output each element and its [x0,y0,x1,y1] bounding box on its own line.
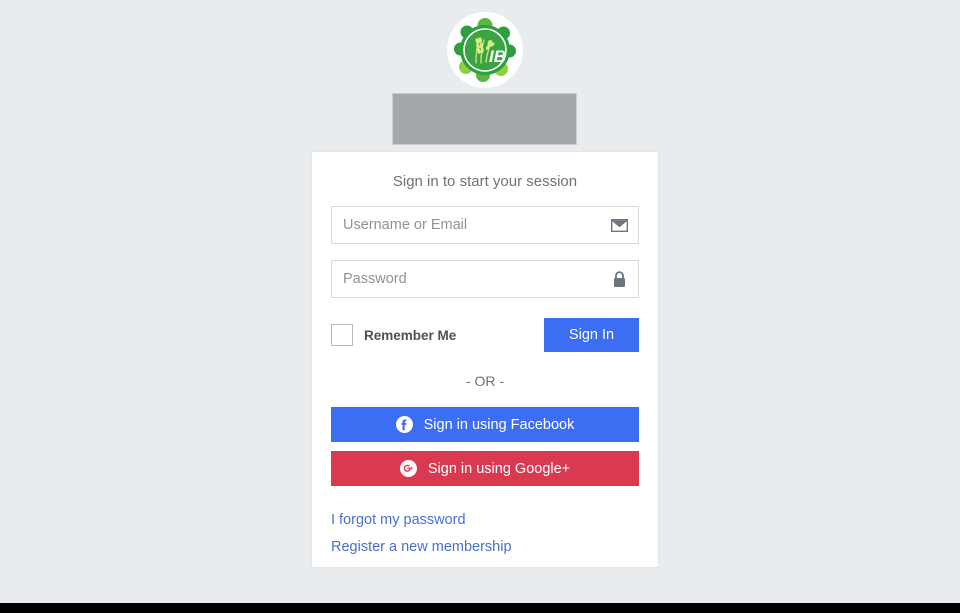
google-signin-button[interactable]: Sign in using Google+ [331,451,639,486]
broken-image-placeholder [392,93,577,145]
facebook-signin-button[interactable]: Sign in using Facebook [331,407,639,442]
svg-text:IB: IB [489,47,506,66]
or-divider: - OR - [465,373,505,389]
remember-me-checkbox[interactable] [331,324,353,346]
sign-in-button[interactable]: Sign In [544,318,639,352]
login-message: Sign in to start your session [392,173,578,190]
footer-links: I forgot my password Register a new memb… [312,507,658,561]
facebook-icon [395,416,413,433]
forgot-password-link[interactable]: I forgot my password [331,507,639,534]
username-input[interactable] [331,206,639,244]
password-input[interactable] [331,260,639,298]
remember-and-submit-row: Remember Me Sign In [331,318,639,352]
login-card: Sign in to start your session Username o… [311,151,659,568]
viewport-bottom-bar [0,603,960,613]
google-signin-label: Sign in using Google+ [427,460,571,477]
password-field-group [331,260,639,298]
ib-gear-wheat-logo: IB [454,18,516,82]
facebook-signin-label: Sign in using Facebook [423,416,575,433]
site-logo: IB [447,12,523,88]
register-link[interactable]: Register a new membership [331,534,639,561]
username-field-group [331,206,639,244]
login-page: IB Sign in to start your session Usernam… [0,0,960,603]
google-plus-icon [399,460,417,477]
remember-me-label: Remember Me [364,327,457,343]
remember-me-group[interactable]: Remember Me [331,324,456,346]
login-form: Remember Me Sign In - OR - Sign in using… [312,206,658,486]
